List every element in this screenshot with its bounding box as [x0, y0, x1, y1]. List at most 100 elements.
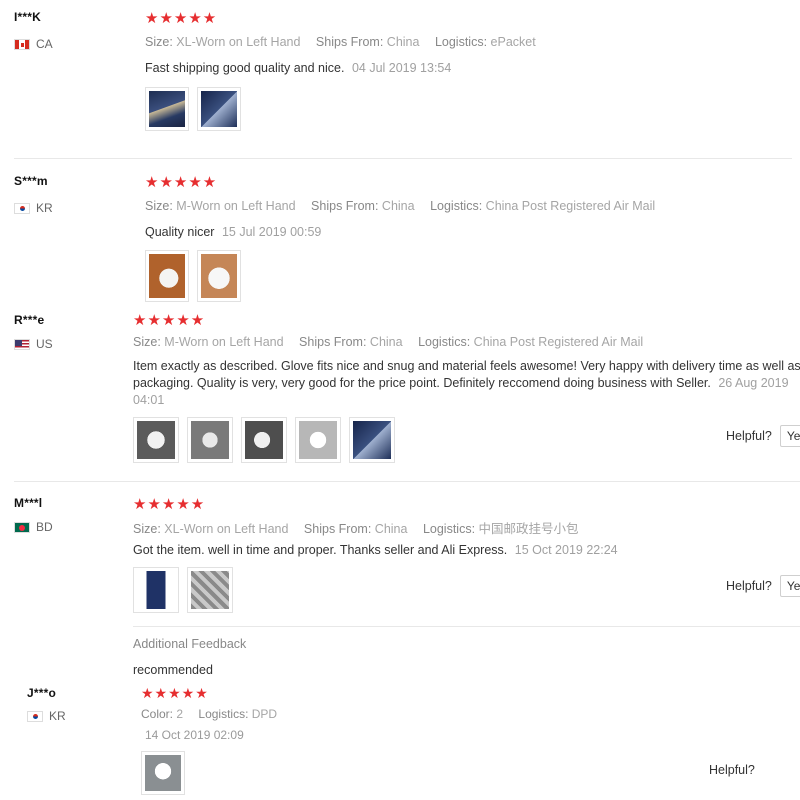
review-time: 04:01: [133, 393, 165, 407]
reviewer-country: US: [14, 337, 53, 351]
helpful-yes-button[interactable]: Ye: [779, 575, 800, 597]
helpful-label: Helpful?: [709, 763, 755, 777]
review-body: Quality nicer: [145, 225, 215, 239]
review-attributes: Size: XL-Worn on Left Hand Ships From: C…: [145, 35, 548, 49]
reviewer-name: S***m: [14, 174, 48, 188]
kr-flag-icon: [14, 202, 30, 214]
ships-from-value: China: [369, 335, 403, 349]
review-date: 14 Oct 2019 02:09: [145, 728, 244, 742]
ships-from-value: China: [386, 35, 420, 49]
review-photo-thumbnail[interactable]: [133, 567, 179, 613]
additional-feedback-text: recommended: [133, 663, 213, 677]
helpful-label: Helpful?: [726, 429, 772, 443]
reviewer-country: KR: [14, 201, 53, 215]
review-text-line: Item exactly as described. Glove fits ni…: [133, 359, 800, 373]
review-divider: [14, 158, 792, 159]
review-attributes: Size: M-Worn on Left Hand Ships From: Ch…: [145, 199, 667, 213]
ships-from-value: China: [374, 522, 408, 536]
review-photos: [145, 87, 241, 131]
reviewer-country: KR: [27, 709, 66, 723]
logistics-label: Logistics:: [422, 522, 476, 536]
star-rating: ★★★★★: [145, 174, 218, 191]
size-value: XL-Worn on Left Hand: [164, 522, 289, 536]
size-label: Size:: [145, 199, 173, 213]
review-photo-thumbnail[interactable]: [141, 751, 185, 795]
review-photo-thumbnail[interactable]: [349, 417, 395, 463]
review-photo-thumbnail[interactable]: [241, 417, 287, 463]
ships-from-label: Ships From:: [299, 335, 367, 349]
review-photo-thumbnail[interactable]: [295, 417, 341, 463]
reviewer-name: J***o: [27, 686, 57, 700]
star-rating: ★★★★★: [133, 312, 206, 329]
logistics-label: Logistics:: [198, 707, 249, 721]
review-photo-thumbnail[interactable]: [187, 567, 233, 613]
helpful-label: Helpful?: [726, 579, 772, 593]
logistics-value: 中国邮政挂号小包: [478, 522, 579, 536]
logistics-label: Logistics:: [430, 199, 483, 213]
review-attributes: Size: XL-Worn on Left Hand Ships From: C…: [133, 518, 591, 537]
kr-flag-icon: [27, 710, 43, 722]
review-text: Quality nicer 15 Jul 2019 00:59: [145, 224, 321, 241]
review-date: 26 Aug 2019: [718, 376, 789, 390]
reviewer-name: R***e: [14, 313, 45, 327]
star-rating: ★★★★★: [133, 496, 206, 513]
additional-feedback-title: Additional Feedback: [133, 637, 247, 651]
country-code: US: [36, 337, 53, 351]
logistics-value: China Post Registered Air Mail: [473, 335, 644, 349]
review-photo-thumbnail[interactable]: [145, 87, 189, 131]
logistics-value: ePacket: [490, 35, 536, 49]
helpful-yes-button[interactable]: Ye: [779, 425, 800, 447]
size-value: M-Worn on Left Hand: [176, 199, 296, 213]
review-body: packaging. Quality is very, very good fo…: [133, 376, 711, 390]
reviewer-name: I***K: [14, 10, 42, 24]
ships-from-value: China: [381, 199, 415, 213]
reviewer-name: M***l: [14, 496, 43, 510]
bd-flag-icon: [14, 521, 30, 533]
country-code: KR: [49, 709, 66, 723]
review-attributes: Size: M-Worn on Left Hand Ships From: Ch…: [133, 335, 655, 349]
star-rating: ★★★★★: [145, 10, 218, 27]
additional-feedback-divider: [133, 626, 800, 627]
review-photo-thumbnail[interactable]: [197, 250, 241, 302]
size-label: Size:: [133, 522, 161, 536]
star-rating: ★★★★★: [141, 685, 209, 701]
ships-from-label: Ships From:: [311, 199, 379, 213]
size-label: Size:: [133, 335, 161, 349]
reviewer-country: BD: [14, 520, 53, 534]
review-photo-thumbnail[interactable]: [197, 87, 241, 131]
size-value: XL-Worn on Left Hand: [176, 35, 301, 49]
review-date: 04 Jul 2019 13:54: [351, 61, 452, 75]
review-text: Got the item. well in time and proper. T…: [133, 542, 618, 559]
review-date: 15 Oct 2019 22:24: [514, 543, 618, 557]
review-photos: [141, 751, 185, 795]
review-photos: [145, 250, 241, 302]
ca-flag-icon: [14, 38, 30, 50]
review-attributes: Color: 2 Logistics: DPD: [141, 707, 289, 721]
review-divider: [14, 481, 800, 482]
review-photo-thumbnail[interactable]: [133, 417, 179, 463]
helpful-controls: Helpful?: [709, 763, 755, 777]
helpful-controls: Helpful? Ye: [726, 425, 800, 447]
size-value: M-Worn on Left Hand: [164, 335, 284, 349]
review-photo-thumbnail[interactable]: [187, 417, 233, 463]
review-text: Fast shipping good quality and nice. 04 …: [145, 60, 451, 77]
size-label: Size:: [145, 35, 173, 49]
country-code: KR: [36, 201, 53, 215]
color-value: 2: [176, 707, 184, 721]
review-body: Fast shipping good quality and nice.: [145, 61, 345, 75]
review-photo-thumbnail[interactable]: [145, 250, 189, 302]
review-body: Got the item. well in time and proper. T…: [133, 543, 508, 557]
review-text-line: packaging. Quality is very, very good fo…: [133, 375, 789, 392]
us-flag-icon: [14, 338, 30, 350]
helpful-controls: Helpful? Ye: [726, 575, 800, 597]
logistics-label: Logistics:: [418, 335, 471, 349]
reviewer-country: CA: [14, 37, 53, 51]
logistics-value: DPD: [251, 707, 278, 721]
review-photos: [133, 567, 233, 613]
ships-from-label: Ships From:: [303, 522, 372, 536]
country-code: CA: [36, 37, 53, 51]
logistics-label: Logistics:: [434, 35, 488, 49]
review-date: 15 Jul 2019 00:59: [221, 225, 322, 239]
review-photos: [133, 417, 395, 463]
logistics-value: China Post Registered Air Mail: [485, 199, 656, 213]
